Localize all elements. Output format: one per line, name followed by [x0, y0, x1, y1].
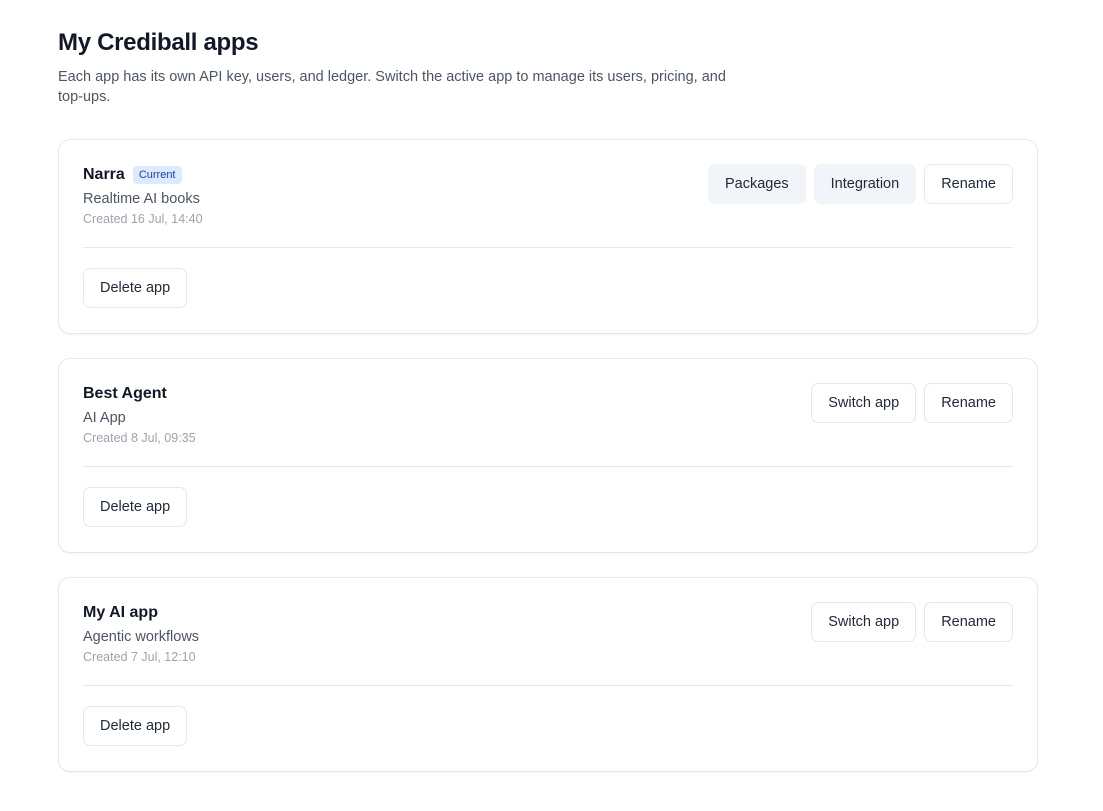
app-name-row: My AI app [83, 602, 199, 624]
current-badge: Current [132, 166, 182, 184]
delete-app-button[interactable]: Delete app [83, 706, 188, 746]
app-actions: Switch app Rename [811, 383, 1013, 423]
delete-app-button[interactable]: Delete app [83, 487, 188, 527]
packages-button[interactable]: Packages [707, 164, 806, 204]
switch-app-button[interactable]: Switch app [811, 602, 917, 642]
app-card-footer: Delete app [83, 248, 1013, 308]
apps-page: My Crediball apps Each app has its own A… [0, 0, 1103, 811]
rename-button[interactable]: Rename [924, 602, 1013, 642]
switch-app-button[interactable]: Switch app [811, 383, 917, 423]
app-name: Best Agent [83, 385, 167, 402]
rename-button[interactable]: Rename [924, 164, 1013, 204]
app-list: Narra Current Realtime AI books Created … [58, 139, 1038, 772]
page-title: My Crediball apps [58, 29, 259, 56]
app-card-header: My AI app Agentic workflows Created 7 Ju… [83, 578, 1013, 686]
app-card-header: Narra Current Realtime AI books Created … [83, 140, 1013, 248]
app-name: My AI app [83, 604, 158, 621]
app-info: My AI app Agentic workflows Created 7 Ju… [83, 602, 199, 665]
app-subtitle: AI App [83, 410, 126, 426]
delete-app-button[interactable]: Delete app [83, 268, 188, 308]
app-card-my-ai-app: My AI app Agentic workflows Created 7 Ju… [58, 577, 1038, 772]
app-info: Narra Current Realtime AI books Created … [83, 164, 203, 227]
app-card-best-agent: Best Agent AI App Created 8 Jul, 09:35 S… [58, 358, 1038, 553]
app-card-header: Best Agent AI App Created 8 Jul, 09:35 S… [83, 359, 1013, 467]
app-subtitle: Realtime AI books [83, 191, 200, 207]
page-description: Each app has its own API key, users, and… [58, 69, 726, 105]
app-actions: Switch app Rename [811, 602, 1013, 642]
app-created-date: Created 16 Jul, 14:40 [83, 212, 203, 226]
rename-button[interactable]: Rename [924, 383, 1013, 423]
app-created-date: Created 7 Jul, 12:10 [83, 650, 196, 664]
app-info: Best Agent AI App Created 8 Jul, 09:35 [83, 383, 196, 446]
app-name: Narra [83, 166, 125, 183]
app-created-date: Created 8 Jul, 09:35 [83, 431, 196, 445]
integration-button[interactable]: Integration [813, 164, 917, 204]
app-subtitle: Agentic workflows [83, 629, 200, 645]
app-name-row: Best Agent [83, 383, 196, 405]
app-actions: Packages Integration Rename [707, 164, 1013, 204]
app-card-narra: Narra Current Realtime AI books Created … [58, 139, 1038, 334]
app-card-footer: Delete app [83, 686, 1013, 746]
app-name-row: Narra Current [83, 164, 203, 186]
app-card-footer: Delete app [83, 467, 1013, 527]
